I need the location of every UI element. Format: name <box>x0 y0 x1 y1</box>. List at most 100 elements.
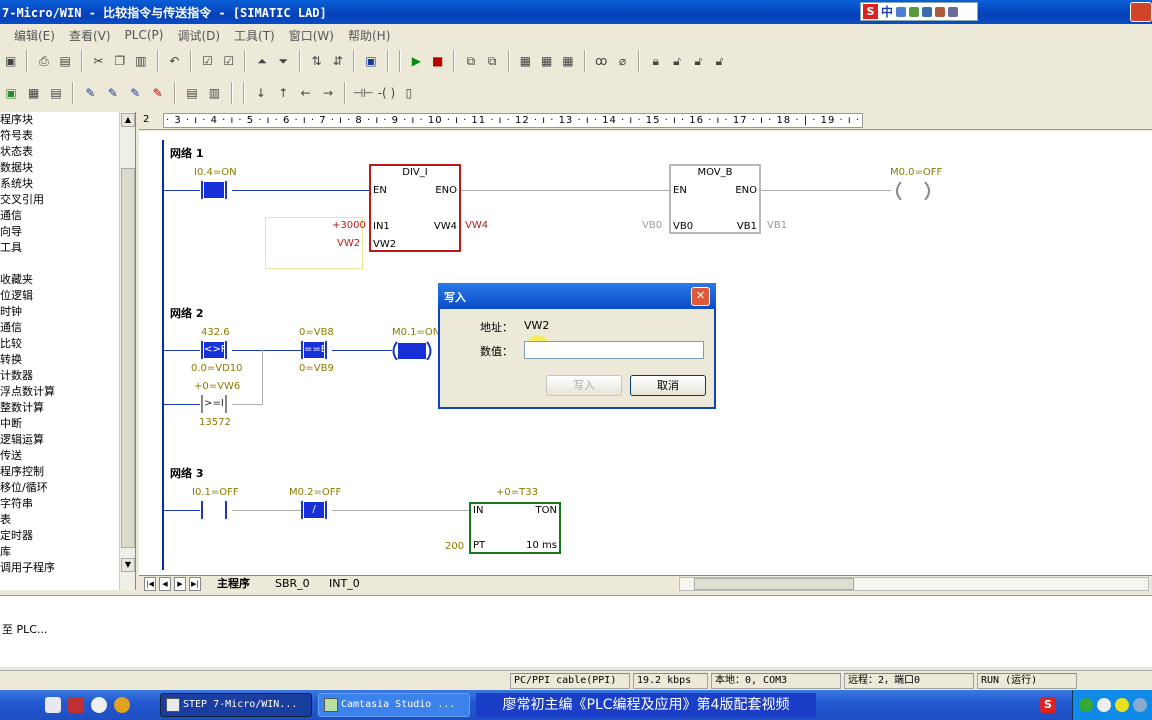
menu-debug[interactable]: 调试(D) <box>177 27 220 44</box>
menu-view[interactable]: 查看(V) <box>69 27 111 44</box>
tree-item[interactable]: 通信 <box>0 208 135 224</box>
volume-tray-icon[interactable] <box>1097 698 1111 712</box>
tree-item[interactable]: 字符串 <box>0 496 135 512</box>
unforce-icon[interactable]: ⌀ <box>614 51 631 71</box>
write-button[interactable]: 写入 <box>546 375 622 396</box>
single-read-icon[interactable]: ▦ <box>538 51 555 71</box>
security-tray-icon[interactable] <box>1115 698 1129 712</box>
ime-mode-icon[interactable]: 中 <box>881 3 893 20</box>
write-all-icon[interactable]: ▦ <box>559 51 576 71</box>
tree-item[interactable]: 传送 <box>0 448 135 464</box>
paste-icon[interactable]: ▥ <box>132 51 149 71</box>
ton-timer-box[interactable]: IN TON PT 10 ms <box>469 502 561 554</box>
messenger-icon[interactable] <box>91 697 107 713</box>
sort-descending-icon[interactable]: ⇵ <box>329 51 346 71</box>
ime-emoji-icon[interactable] <box>909 6 920 17</box>
stop-icon[interactable]: ■ <box>429 51 446 71</box>
save-icon[interactable]: ▣ <box>2 51 19 71</box>
div-i-box[interactable]: DIV_I EN ENO IN1 VW4 VW2 <box>369 164 461 252</box>
mov-b-box[interactable]: MOV_B EN ENO VB0 VB1 <box>669 164 761 234</box>
ime-tools-icon[interactable] <box>948 6 959 17</box>
force-icon[interactable]: ꝏ <box>593 51 610 71</box>
menu-plc[interactable]: PLC(P) <box>125 28 164 42</box>
undo-icon[interactable]: ↶ <box>166 51 183 71</box>
tree-item[interactable]: 计数器 <box>0 368 135 384</box>
options-icon[interactable]: ▣ <box>362 51 379 71</box>
dialog-close-icon[interactable]: ✕ <box>691 287 710 306</box>
unlock-icon[interactable]: 🔓︎ <box>668 51 685 71</box>
tree-scrollbar[interactable]: ▲ ▼ <box>119 112 135 590</box>
read-forced-icon[interactable]: 🔓︎ <box>711 51 728 71</box>
tree-item[interactable]: 交叉引用 <box>0 192 135 208</box>
compare-ne-real[interactable]: <>R <box>196 341 232 359</box>
unlock-all-icon[interactable]: 🔓︎ <box>690 51 707 71</box>
tree-item[interactable]: 逻辑运算 <box>0 432 135 448</box>
first-tab-icon[interactable]: |◀ <box>144 577 156 591</box>
tree-item[interactable]: 转换 <box>0 352 135 368</box>
status-chart-icon[interactable]: ▦ <box>517 51 534 71</box>
network-tray-icon[interactable] <box>1079 698 1093 712</box>
lock-icon[interactable]: 🔒︎ <box>647 51 664 71</box>
tree-item[interactable]: 状态表 <box>0 144 135 160</box>
menu-tools[interactable]: 工具(T) <box>234 27 275 44</box>
contact-i0-4[interactable] <box>196 181 232 199</box>
tree-item[interactable]: 时钟 <box>0 304 135 320</box>
line-up-icon[interactable]: ↑ <box>274 83 292 103</box>
tree-item[interactable]: 程序控制 <box>0 464 135 480</box>
tree-item[interactable]: 系统块 <box>0 176 135 192</box>
tree-item[interactable]: 通信 <box>0 320 135 336</box>
compare-ge-int[interactable]: >=I <box>196 395 232 413</box>
window-close-button[interactable] <box>1130 2 1152 22</box>
tree-item[interactable]: 表 <box>0 512 135 528</box>
sogou-icon[interactable]: S <box>863 4 878 19</box>
program-status-icon[interactable]: ⧉ <box>462 51 479 71</box>
value-input[interactable] <box>524 341 704 359</box>
box-icon[interactable]: ▯ <box>400 83 418 103</box>
sort-ascending-icon[interactable]: ⇅ <box>308 51 325 71</box>
tree-item[interactable]: 位逻辑 <box>0 288 135 304</box>
update-tray-icon[interactable] <box>1133 698 1147 712</box>
cut-icon[interactable]: ✂ <box>90 51 107 71</box>
scroll-down-icon[interactable]: ▼ <box>121 558 135 572</box>
line-down-icon[interactable]: ↓ <box>252 83 270 103</box>
contact-i0-1[interactable] <box>196 501 232 519</box>
tab-int0[interactable]: INT_0 <box>323 577 366 592</box>
symbol-table-icon[interactable]: ▦ <box>24 83 42 103</box>
contact-icon[interactable]: ⊣⊢ <box>353 83 374 103</box>
menu-window[interactable]: 窗口(W) <box>289 27 334 44</box>
print-preview-icon[interactable]: ▤ <box>57 51 74 71</box>
tree-item[interactable]: 工具 <box>0 240 135 256</box>
menu-edit[interactable]: 编辑(E) <box>14 27 55 44</box>
tree-item[interactable]: 符号表 <box>0 128 135 144</box>
tree-item[interactable]: 数据块 <box>0 160 135 176</box>
hscroll-thumb[interactable] <box>694 578 854 590</box>
comment-icon[interactable]: ▥ <box>205 83 223 103</box>
toggle-bookmark-icon[interactable]: ✎ <box>81 83 99 103</box>
tree-item[interactable]: 移位/循环 <box>0 480 135 496</box>
ime-toolbar[interactable]: S 中 <box>860 2 978 21</box>
scroll-thumb[interactable] <box>121 168 135 548</box>
poe-icon[interactable]: ▤ <box>183 83 201 103</box>
remove-bookmarks-icon[interactable]: ✎ <box>148 83 166 103</box>
tree-item[interactable]: 收藏夹 <box>0 272 135 288</box>
sogou-tray-icon[interactable]: S <box>1040 697 1056 713</box>
tree-item[interactable]: 浮点数计算 <box>0 384 135 400</box>
upload-icon[interactable]: ⏶ <box>253 51 270 71</box>
tree-item[interactable]: 中断 <box>0 416 135 432</box>
task-step7[interactable]: STEP 7-Micro/WIN... <box>160 693 312 717</box>
line-left-icon[interactable]: ← <box>296 83 314 103</box>
coil-icon[interactable]: -( ) <box>377 83 396 103</box>
tree-item[interactable]: 库 <box>0 544 135 560</box>
tab-sbr0[interactable]: SBR_0 <box>269 577 316 592</box>
tree-item[interactable]: 整数计算 <box>0 400 135 416</box>
download-icon[interactable]: ⏷ <box>275 51 292 71</box>
ime-keyboard-icon[interactable] <box>922 6 933 17</box>
tree-item[interactable]: 调用子程序 <box>0 560 135 576</box>
prev-bookmark-icon[interactable]: ✎ <box>126 83 144 103</box>
task-camtasia[interactable]: Camtasia Studio ... <box>318 693 470 717</box>
copy-icon[interactable]: ❐ <box>111 51 128 71</box>
print-icon[interactable]: ⎙ <box>35 51 52 71</box>
ie-icon[interactable] <box>45 697 61 713</box>
prev-tab-icon[interactable]: ◀ <box>159 577 171 591</box>
pause-status-icon[interactable]: ⧉ <box>484 51 501 71</box>
